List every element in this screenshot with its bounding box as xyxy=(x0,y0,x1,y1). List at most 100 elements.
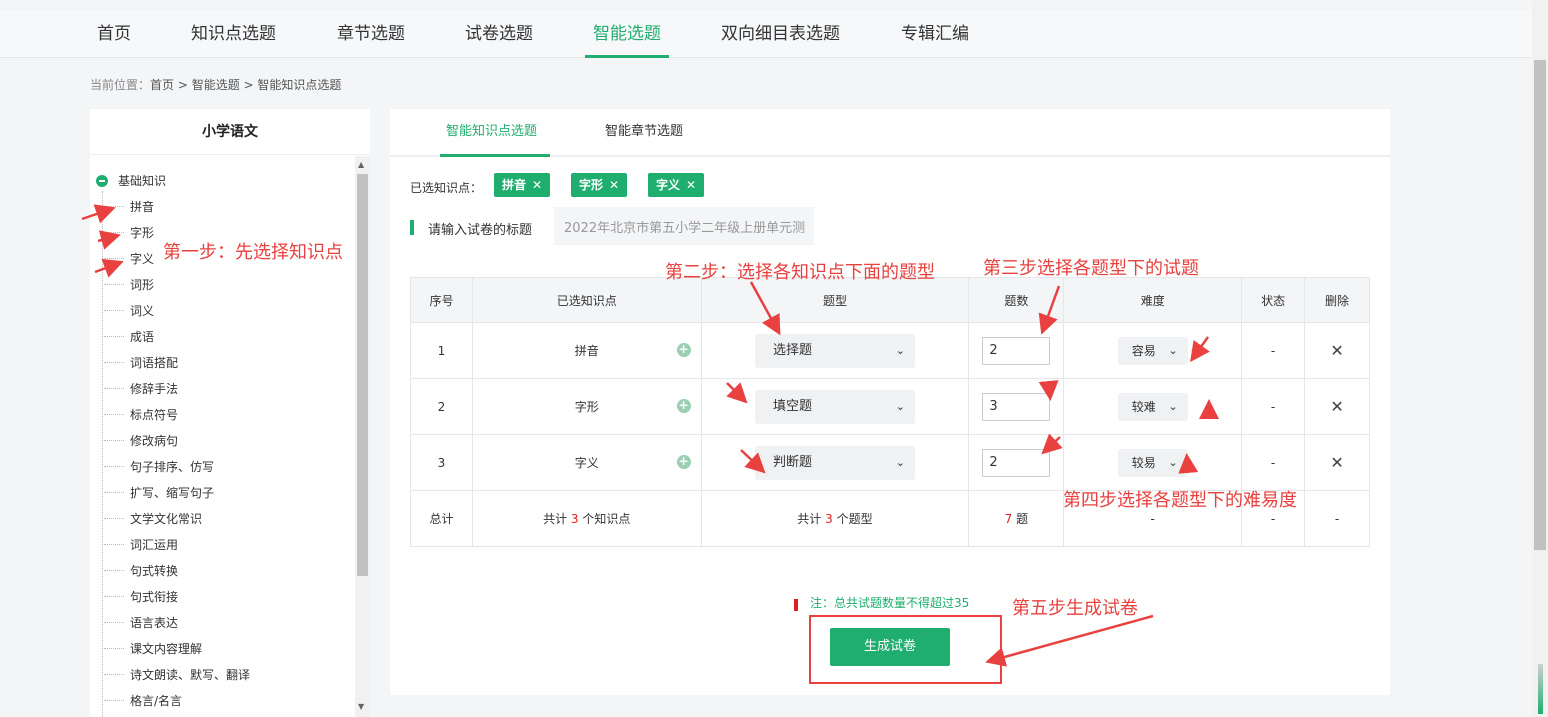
nav-smart[interactable]: 智能选题 xyxy=(593,10,661,58)
chevron-down-icon: ⌄ xyxy=(895,343,905,357)
question-type-select[interactable]: 填空题 ⌄ xyxy=(754,389,915,424)
difficulty-select[interactable]: 容易 ⌄ xyxy=(1117,336,1188,365)
tree-item[interactable]: 句子排序、仿写 xyxy=(103,458,214,475)
page-scroll-thumb[interactable] xyxy=(1534,60,1546,550)
tree-item[interactable]: 字义 xyxy=(103,250,154,267)
tree-item[interactable]: 扩写、缩写句子 xyxy=(103,484,214,501)
scroll-indicator xyxy=(1538,664,1543,714)
chip-zixing[interactable]: 字形 ✕ xyxy=(571,173,628,197)
tree-item[interactable]: 词义 xyxy=(103,302,154,319)
tree-item[interactable]: 标点符号 xyxy=(103,406,178,423)
delete-icon[interactable]: ✕ xyxy=(1330,397,1343,416)
delete-icon[interactable]: ✕ xyxy=(1330,453,1343,472)
col-header: 状态 xyxy=(1241,277,1306,323)
tab-smart-chapter[interactable]: 智能章节选题 xyxy=(605,109,683,157)
row-count-cell: 2 xyxy=(968,434,1065,491)
title-marker xyxy=(410,220,414,235)
tree-item[interactable]: 句式转换 xyxy=(103,562,178,579)
total-type-pre: 共计 xyxy=(797,512,822,526)
scroll-up-icon[interactable]: ▲ xyxy=(358,160,364,169)
total-count: 7 题 xyxy=(968,490,1065,547)
tree-item[interactable]: 格言/名言 xyxy=(103,692,182,709)
add-icon[interactable]: + xyxy=(676,343,691,357)
nav-chapter[interactable]: 章节选题 xyxy=(337,10,405,58)
tab-bar: 智能知识点选题 智能章节选题 xyxy=(390,109,1390,157)
top-nav: 首页 知识点选题 章节选题 试卷选题 智能选题 双向细目表选题 专辑汇编 xyxy=(0,10,1532,58)
scroll-down-icon[interactable]: ▼ xyxy=(358,702,364,711)
chip-pinyin[interactable]: 拼音 ✕ xyxy=(494,173,551,197)
tree-item[interactable]: 词语搭配 xyxy=(103,354,178,371)
close-icon[interactable]: ✕ xyxy=(532,178,542,192)
col-header: 难度 xyxy=(1063,277,1243,323)
paper-title-input[interactable] xyxy=(554,207,814,245)
question-type-select[interactable]: 选择题 ⌄ xyxy=(754,333,915,368)
nav-paper[interactable]: 试卷选题 xyxy=(465,10,533,58)
table-row: 2 字形 + 填空题 ⌄ 3 较难 ⌄ - ✕ xyxy=(410,378,1370,435)
chip-ziyi[interactable]: 字义 ✕ xyxy=(648,173,705,197)
row-count-cell: 2 xyxy=(968,322,1065,379)
add-icon[interactable]: + xyxy=(676,455,691,469)
col-header: 已选知识点 xyxy=(471,277,702,323)
chevron-down-icon: ⌄ xyxy=(1168,399,1178,413)
chip-label: 拼音 xyxy=(502,178,527,192)
breadcrumb-path[interactable]: 首页 > 智能选题 > 智能知识点选题 xyxy=(150,78,341,92)
chevron-down-icon: ⌄ xyxy=(1168,455,1178,469)
tree-root[interactable]: 基础知识 xyxy=(96,172,166,189)
tree-item[interactable]: 词汇运用 xyxy=(103,536,178,553)
tree-item[interactable]: 修辞手法 xyxy=(103,380,178,397)
nav-home[interactable]: 首页 xyxy=(97,10,131,58)
question-count-input[interactable]: 2 xyxy=(982,336,1051,365)
knowledge-tree-panel: 小学语文 基础知识 拼音 字形 字义 词形 词义 成语 词语搭配 修辞手法 标点符号 修改病句 句子… xyxy=(90,109,370,717)
total-kp-post: 个知识点 xyxy=(582,512,631,526)
col-header: 题型 xyxy=(700,277,970,323)
tree-item[interactable]: 文学文化常识 xyxy=(103,510,202,527)
question-count-input[interactable]: 3 xyxy=(982,392,1051,421)
tree-scrollbar[interactable]: ▲ ▼ xyxy=(355,156,370,717)
row-kp-label: 字形 xyxy=(574,400,599,414)
chevron-down-icon: ⌄ xyxy=(895,455,905,469)
total-count-num: 7 xyxy=(1004,512,1013,526)
page-scrollbar[interactable] xyxy=(1532,0,1548,717)
row-type-cell: 填空题 ⌄ xyxy=(700,378,970,435)
row-delete-cell: ✕ xyxy=(1304,434,1370,491)
tree-connector xyxy=(102,191,103,717)
tree-item[interactable]: 拼音 xyxy=(103,198,154,215)
row-status: - xyxy=(1241,378,1306,435)
total-kp: 共计 3 个知识点 xyxy=(471,490,702,547)
chip-label: 字义 xyxy=(656,178,681,192)
delete-icon[interactable]: ✕ xyxy=(1330,341,1343,360)
nav-active-underline xyxy=(585,55,669,58)
tree-item[interactable]: 字形 xyxy=(103,224,154,241)
tree-scroll-thumb[interactable] xyxy=(357,174,368,576)
tree-item[interactable]: 语言表达 xyxy=(103,614,178,631)
tree-item[interactable]: 成语 xyxy=(103,328,154,345)
nav-album[interactable]: 专辑汇编 xyxy=(901,10,969,58)
tree-item[interactable]: 修改病句 xyxy=(103,432,178,449)
difficulty-select[interactable]: 较难 ⌄ xyxy=(1117,392,1188,421)
tree-item[interactable]: 句式衔接 xyxy=(103,588,178,605)
row-status: - xyxy=(1241,322,1306,379)
question-count-input[interactable]: 2 xyxy=(982,448,1051,477)
tab-smart-knowledge[interactable]: 智能知识点选题 xyxy=(446,109,537,157)
collapse-icon[interactable] xyxy=(96,175,108,187)
row-number: 3 xyxy=(410,434,473,491)
close-icon[interactable]: ✕ xyxy=(686,178,696,192)
add-icon[interactable]: + xyxy=(676,399,691,413)
difficulty-value: 较难 xyxy=(1131,399,1156,414)
tree-item[interactable]: 诗文朗读、默写、翻译 xyxy=(103,666,250,683)
difficulty-select[interactable]: 较易 ⌄ xyxy=(1117,448,1188,477)
row-kp-label: 拼音 xyxy=(574,344,599,358)
row-type-cell: 选择题 ⌄ xyxy=(700,322,970,379)
tree-item[interactable]: 词形 xyxy=(103,276,154,293)
table-row: 1 拼音 + 选择题 ⌄ 2 容易 ⌄ - ✕ xyxy=(410,322,1370,379)
tree-item[interactable]: 课文内容理解 xyxy=(103,640,202,657)
question-type-select[interactable]: 判断题 ⌄ xyxy=(754,445,915,480)
nav-knowledge-point[interactable]: 知识点选题 xyxy=(191,10,276,58)
nav-two-way-table[interactable]: 双向细目表选题 xyxy=(721,10,840,58)
total-kp-num: 3 xyxy=(570,512,579,526)
close-icon[interactable]: ✕ xyxy=(609,178,619,192)
table-row: 3 字义 + 判断题 ⌄ 2 较易 ⌄ - ✕ xyxy=(410,434,1370,491)
annotation-step4: 第四步选择各题型下的难易度 xyxy=(1063,490,1297,511)
breadcrumb: 当前位置：首页 > 智能选题 > 智能知识点选题 xyxy=(90,76,341,93)
total-kp-pre: 共计 xyxy=(543,512,568,526)
